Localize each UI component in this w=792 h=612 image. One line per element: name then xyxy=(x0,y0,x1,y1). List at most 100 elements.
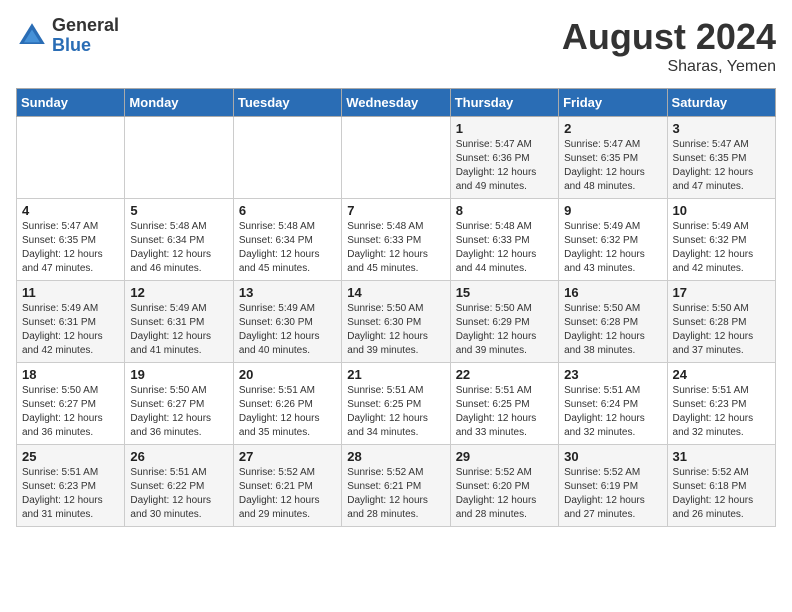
calendar-cell: 13Sunrise: 5:49 AM Sunset: 6:30 PM Dayli… xyxy=(233,281,341,363)
weekday-header: Monday xyxy=(125,89,233,117)
calendar-cell: 2Sunrise: 5:47 AM Sunset: 6:35 PM Daylig… xyxy=(559,117,667,199)
day-number: 24 xyxy=(673,367,770,382)
day-number: 16 xyxy=(564,285,661,300)
day-info: Sunrise: 5:49 AM Sunset: 6:31 PM Dayligh… xyxy=(130,302,227,358)
day-info: Sunrise: 5:48 AM Sunset: 6:34 PM Dayligh… xyxy=(239,220,336,276)
calendar-cell xyxy=(17,117,125,199)
calendar-cell: 5 Sunrise: 5:48 AM Sunset: 6:34 PM Daylig… xyxy=(125,199,233,281)
day-number: 26 xyxy=(130,449,227,464)
calendar-cell: 20 Sunrise: 5:51 AM Sunset: 6:26 PM Dayli… xyxy=(233,363,341,445)
day-number: 31 xyxy=(673,449,770,464)
calendar-cell: 4Sunrise: 5:47 AM Sunset: 6:35 PM Daylig… xyxy=(17,199,125,281)
day-number: 15 xyxy=(456,285,553,300)
day-info: Sunrise: 5:50 AM Sunset: 6:27 PM Dayligh… xyxy=(22,384,119,440)
day-number: 1 xyxy=(456,121,553,136)
calendar-cell: 12 Sunrise: 5:49 AM Sunset: 6:31 PM Dayli… xyxy=(125,281,233,363)
title-section: August 2024 Sharas, Yemen xyxy=(562,16,776,76)
day-info: Sunrise: 5:51 AM Sunset: 6:24 PM Dayligh… xyxy=(564,384,661,440)
logo-icon xyxy=(16,20,48,52)
calendar-week-row: 11 Sunrise: 5:49 AM Sunset: 6:31 PM Dayli… xyxy=(17,281,776,363)
day-info: Sunrise: 5:51 AM Sunset: 6:25 PM Dayligh… xyxy=(347,384,444,440)
calendar-cell: 27Sunrise: 5:52 AM Sunset: 6:21 PM Dayli… xyxy=(233,445,341,527)
calendar-cell: 9 Sunrise: 5:49 AM Sunset: 6:32 PM Daylig… xyxy=(559,199,667,281)
day-info: Sunrise: 5:48 AM Sunset: 6:34 PM Dayligh… xyxy=(130,220,227,276)
page-header: General Blue August 2024 Sharas, Yemen xyxy=(16,16,776,76)
calendar-cell: 21 Sunrise: 5:51 AM Sunset: 6:25 PM Dayli… xyxy=(342,363,450,445)
day-number: 21 xyxy=(347,367,444,382)
calendar-cell: 6 Sunrise: 5:48 AM Sunset: 6:34 PM Daylig… xyxy=(233,199,341,281)
day-info: Sunrise: 5:51 AM Sunset: 6:22 PM Dayligh… xyxy=(130,466,227,522)
day-number: 20 xyxy=(239,367,336,382)
day-number: 19 xyxy=(130,367,227,382)
calendar-cell: 23 Sunrise: 5:51 AM Sunset: 6:24 PM Dayli… xyxy=(559,363,667,445)
weekday-header: Thursday xyxy=(450,89,558,117)
day-number: 3 xyxy=(673,121,770,136)
calendar-cell: 28 Sunrise: 5:52 AM Sunset: 6:21 PM Dayli… xyxy=(342,445,450,527)
logo-general: General xyxy=(52,16,119,36)
day-info: Sunrise: 5:50 AM Sunset: 6:28 PM Dayligh… xyxy=(673,302,770,358)
day-number: 8 xyxy=(456,203,553,218)
calendar-table: SundayMondayTuesdayWednesdayThursdayFrid… xyxy=(16,88,776,527)
calendar-cell: 15Sunrise: 5:50 AM Sunset: 6:29 PM Dayli… xyxy=(450,281,558,363)
day-number: 27 xyxy=(239,449,336,464)
calendar-cell: 31 Sunrise: 5:52 AM Sunset: 6:18 PM Dayli… xyxy=(667,445,775,527)
day-number: 9 xyxy=(564,203,661,218)
day-info: Sunrise: 5:52 AM Sunset: 6:18 PM Dayligh… xyxy=(673,466,770,522)
day-info: Sunrise: 5:51 AM Sunset: 6:23 PM Dayligh… xyxy=(22,466,119,522)
day-info: Sunrise: 5:49 AM Sunset: 6:32 PM Dayligh… xyxy=(673,220,770,276)
day-info: Sunrise: 5:51 AM Sunset: 6:26 PM Dayligh… xyxy=(239,384,336,440)
logo: General Blue xyxy=(16,16,119,56)
day-info: Sunrise: 5:47 AM Sunset: 6:35 PM Dayligh… xyxy=(673,138,770,194)
calendar-header: SundayMondayTuesdayWednesdayThursdayFrid… xyxy=(17,89,776,117)
weekday-row: SundayMondayTuesdayWednesdayThursdayFrid… xyxy=(17,89,776,117)
calendar-week-row: 18Sunrise: 5:50 AM Sunset: 6:27 PM Dayli… xyxy=(17,363,776,445)
calendar-cell: 16 Sunrise: 5:50 AM Sunset: 6:28 PM Dayli… xyxy=(559,281,667,363)
calendar-cell: 11 Sunrise: 5:49 AM Sunset: 6:31 PM Dayli… xyxy=(17,281,125,363)
day-info: Sunrise: 5:48 AM Sunset: 6:33 PM Dayligh… xyxy=(347,220,444,276)
calendar-cell: 1 Sunrise: 5:47 AM Sunset: 6:36 PM Daylig… xyxy=(450,117,558,199)
day-number: 22 xyxy=(456,367,553,382)
day-number: 28 xyxy=(347,449,444,464)
weekday-header: Friday xyxy=(559,89,667,117)
day-info: Sunrise: 5:51 AM Sunset: 6:25 PM Dayligh… xyxy=(456,384,553,440)
calendar-cell: 17Sunrise: 5:50 AM Sunset: 6:28 PM Dayli… xyxy=(667,281,775,363)
calendar-cell: 30Sunrise: 5:52 AM Sunset: 6:19 PM Dayli… xyxy=(559,445,667,527)
day-info: Sunrise: 5:49 AM Sunset: 6:31 PM Dayligh… xyxy=(22,302,119,358)
day-info: Sunrise: 5:47 AM Sunset: 6:36 PM Dayligh… xyxy=(456,138,553,194)
calendar-cell xyxy=(233,117,341,199)
calendar-cell: 7Sunrise: 5:48 AM Sunset: 6:33 PM Daylig… xyxy=(342,199,450,281)
day-info: Sunrise: 5:47 AM Sunset: 6:35 PM Dayligh… xyxy=(22,220,119,276)
month-year: August 2024 xyxy=(562,16,776,58)
day-number: 10 xyxy=(673,203,770,218)
day-info: Sunrise: 5:50 AM Sunset: 6:27 PM Dayligh… xyxy=(130,384,227,440)
weekday-header: Tuesday xyxy=(233,89,341,117)
calendar-week-row: 1 Sunrise: 5:47 AM Sunset: 6:36 PM Daylig… xyxy=(17,117,776,199)
calendar-cell: 10 Sunrise: 5:49 AM Sunset: 6:32 PM Dayli… xyxy=(667,199,775,281)
day-number: 12 xyxy=(130,285,227,300)
day-number: 5 xyxy=(130,203,227,218)
day-info: Sunrise: 5:52 AM Sunset: 6:20 PM Dayligh… xyxy=(456,466,553,522)
calendar-cell: 25 Sunrise: 5:51 AM Sunset: 6:23 PM Dayli… xyxy=(17,445,125,527)
day-info: Sunrise: 5:50 AM Sunset: 6:28 PM Dayligh… xyxy=(564,302,661,358)
day-info: Sunrise: 5:49 AM Sunset: 6:32 PM Dayligh… xyxy=(564,220,661,276)
day-info: Sunrise: 5:52 AM Sunset: 6:19 PM Dayligh… xyxy=(564,466,661,522)
calendar-cell: 29Sunrise: 5:52 AM Sunset: 6:20 PM Dayli… xyxy=(450,445,558,527)
calendar-cell: 22 Sunrise: 5:51 AM Sunset: 6:25 PM Dayli… xyxy=(450,363,558,445)
day-info: Sunrise: 5:49 AM Sunset: 6:30 PM Dayligh… xyxy=(239,302,336,358)
day-number: 6 xyxy=(239,203,336,218)
calendar-cell xyxy=(342,117,450,199)
day-number: 11 xyxy=(22,285,119,300)
day-number: 23 xyxy=(564,367,661,382)
day-number: 25 xyxy=(22,449,119,464)
weekday-header: Wednesday xyxy=(342,89,450,117)
logo-blue: Blue xyxy=(52,36,119,56)
day-number: 2 xyxy=(564,121,661,136)
calendar-cell: 26 Sunrise: 5:51 AM Sunset: 6:22 PM Dayli… xyxy=(125,445,233,527)
calendar-cell: 14Sunrise: 5:50 AM Sunset: 6:30 PM Dayli… xyxy=(342,281,450,363)
calendar-cell: 19 Sunrise: 5:50 AM Sunset: 6:27 PM Dayli… xyxy=(125,363,233,445)
day-info: Sunrise: 5:50 AM Sunset: 6:30 PM Dayligh… xyxy=(347,302,444,358)
day-info: Sunrise: 5:52 AM Sunset: 6:21 PM Dayligh… xyxy=(347,466,444,522)
calendar-cell: 24Sunrise: 5:51 AM Sunset: 6:23 PM Dayli… xyxy=(667,363,775,445)
calendar-week-row: 4Sunrise: 5:47 AM Sunset: 6:35 PM Daylig… xyxy=(17,199,776,281)
calendar-cell xyxy=(125,117,233,199)
